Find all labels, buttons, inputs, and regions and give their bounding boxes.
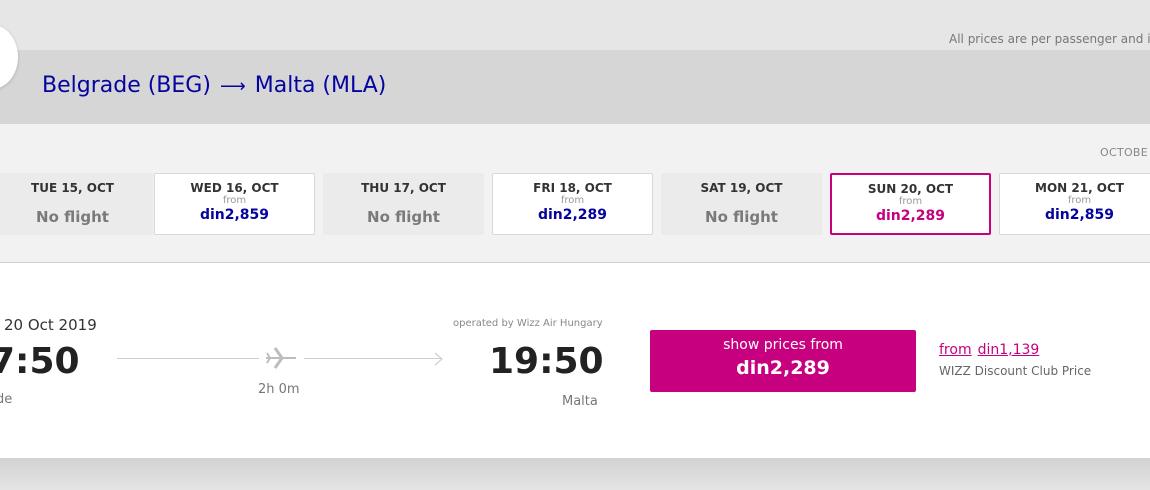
month-label: OCTOBE: [1100, 146, 1149, 159]
date-card-sat-19: SAT 19, OCT No flight: [661, 173, 822, 235]
date-card-thu-17: THU 17, OCT No flight: [323, 173, 484, 235]
arrow-head-icon: [434, 352, 443, 366]
date-card-sun-20-selected[interactable]: SUN 20, OCT from din2,289: [830, 173, 991, 235]
date-card-from: from: [222, 195, 247, 206]
date-card-day: SAT 19, OCT: [700, 181, 783, 195]
route-line-left: [117, 358, 259, 359]
route-arrow: ⟶: [219, 76, 246, 97]
date-card-from: from: [1067, 195, 1092, 206]
date-card-tue-15: TUE 15, OCT No flight: [0, 173, 153, 235]
route-title: Belgrade (BEG) ⟶ Malta (MLA): [42, 73, 386, 98]
route-destination: Malta (MLA): [254, 73, 387, 98]
route-origin: Belgrade (BEG): [42, 73, 211, 98]
discount-club-caption: WIZZ Discount Club Price: [939, 364, 1092, 378]
arrival-city: Malta: [562, 394, 598, 409]
date-card-day: FRI 18, OCT: [533, 181, 612, 195]
discount-club-from: from: [939, 342, 972, 358]
date-card-price: din2,859: [199, 207, 270, 223]
no-flight-label: No flight: [367, 208, 440, 226]
no-flight-label: No flight: [36, 208, 109, 226]
date-card-fri-18[interactable]: FRI 18, OCT from din2,289: [492, 173, 653, 235]
date-card-from: from: [560, 195, 585, 206]
discount-club-price: din1,139: [977, 342, 1040, 358]
date-card-day: SUN 20, OCT: [867, 182, 954, 196]
discount-club-link[interactable]: from din1,139: [939, 342, 1039, 358]
departure-time: 7:50: [0, 341, 80, 382]
show-prices-label: show prices from: [723, 337, 843, 353]
operated-by: operated by Wizz Air Hungary: [453, 318, 603, 329]
date-card-price: din2,289: [537, 207, 608, 223]
route-line-right: [304, 358, 442, 359]
date-card-price: din2,289: [875, 208, 946, 224]
date-card-wed-16[interactable]: WED 16, OCT from din2,859: [154, 173, 315, 235]
date-card-mon-21[interactable]: MON 21, OCT from din2,859: [999, 173, 1150, 235]
plane-icon: [266, 347, 296, 369]
prices-note: All prices are per passenger and i: [949, 32, 1150, 46]
departure-city: ade: [0, 392, 13, 407]
arrival-time: 19:50: [489, 341, 604, 382]
flight-search-results: All prices are per passenger and i Belgr…: [0, 0, 1150, 490]
departure-date: 20 Oct 2019: [4, 316, 97, 334]
show-prices-button[interactable]: show prices from din2,289: [650, 330, 916, 392]
date-card-day: WED 16, OCT: [190, 181, 279, 195]
date-card-price: din2,859: [1044, 207, 1115, 223]
flight-duration: 2h 0m: [258, 382, 300, 397]
date-card-from: from: [898, 196, 923, 207]
panel-footer: [0, 458, 1150, 490]
no-flight-label: No flight: [705, 208, 778, 226]
date-card-day: TUE 15, OCT: [31, 181, 114, 195]
show-prices-amount: din2,289: [736, 357, 830, 379]
date-card-day: MON 21, OCT: [1035, 181, 1124, 195]
date-card-day: THU 17, OCT: [361, 181, 446, 195]
